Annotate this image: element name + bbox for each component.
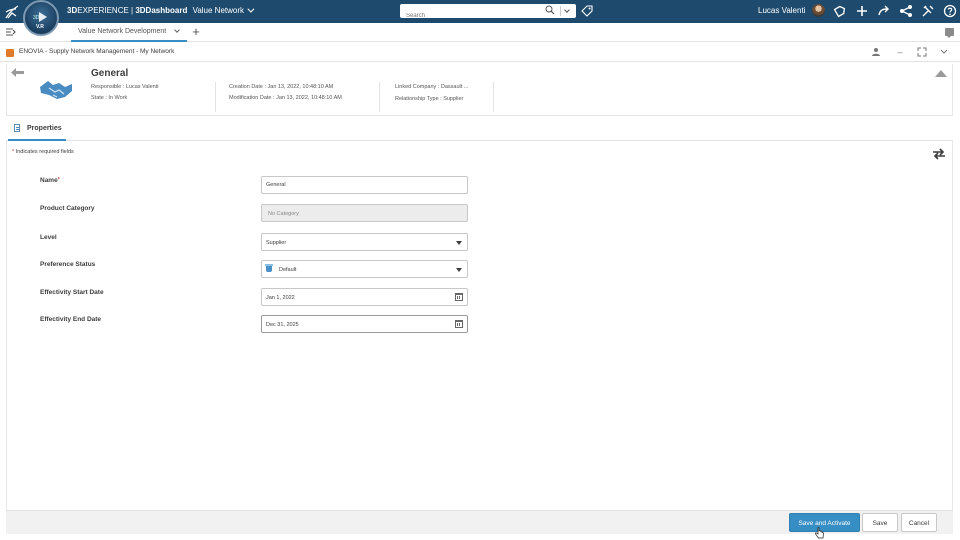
app-name: 3DDashboard [135,6,188,15]
modification-date: Modification Date : Jan 13, 2022, 10:48:… [229,95,342,101]
dashboard-tab-bar: Value Network Development + [0,23,960,42]
collapse-icon[interactable] [935,70,947,77]
forward-icon[interactable] [877,4,891,18]
effectivity-end-date-field[interactable]: Dec 31, 2025 [261,315,468,333]
widget-app-icon [6,49,14,57]
search-input[interactable] [400,9,540,23]
level-label: Level [40,234,57,241]
product-category-field: No Category [261,204,468,222]
brand-title[interactable]: 3DEXPERIENCE | 3DDashboard Value Network [67,5,255,15]
widget-header: ENOVIA - Supply Network Management - My … [0,43,960,62]
network-icon[interactable] [899,4,913,18]
product-category-label: Product Category [40,205,95,212]
tab-value-network-development[interactable]: Value Network Development [71,23,187,42]
widget-title: ENOVIA - Supply Network Management - My … [19,48,175,55]
name-field[interactable] [261,176,468,194]
properties-icon [14,124,20,132]
compass-version: V.R [36,24,44,30]
back-arrow-icon[interactable] [11,68,24,77]
calendar-icon[interactable] [455,320,463,328]
share-icon[interactable] [833,4,847,18]
divider [379,82,380,112]
creation-date: Creation Date : Jan 13, 2022, 10:48:10 A… [229,84,334,90]
object-header: General Responsible : Lucas Valenti Stat… [6,64,953,116]
add-icon[interactable] [855,4,869,18]
search-box [400,4,576,23]
search-dropdown-icon[interactable] [560,6,572,16]
bucket-icon [265,264,273,272]
preference-status-select[interactable]: Default [261,260,468,278]
preference-status-value: Default [279,267,297,273]
name-label: Name* [40,177,60,184]
tools-icon[interactable] [921,4,935,18]
form-footer: Save and Activate Save Cancel [6,510,953,534]
effectivity-start-date-field[interactable]: Jan 1, 2022 [261,288,468,306]
effectivity-end-date-label: Effectivity End Date [40,316,102,323]
chevron-down-icon[interactable] [938,47,950,57]
effectivity-start-date-value: Jan 1, 2022 [266,295,295,301]
object-title: General [91,68,129,79]
calendar-icon[interactable] [455,293,463,301]
divider [215,82,216,112]
dashboard-name: Value Network [192,6,245,15]
add-tab-icon[interactable]: + [190,25,202,39]
properties-tab-bar: Properties [6,118,953,141]
chevron-down-icon[interactable] [174,27,180,33]
user-name[interactable]: Lucas Valenti [758,6,805,15]
user-settings-icon[interactable] [871,47,883,57]
product-category-value: No Category [268,211,299,217]
tab-label: Properties [27,125,62,132]
divider [493,82,494,112]
dropdown-caret-icon [456,268,462,272]
handshake-icon [40,81,72,99]
required-note-text: Indicates required fields [15,149,74,155]
chevron-down-icon[interactable] [247,5,255,13]
cancel-button[interactable]: Cancel [901,513,937,532]
preference-status-label: Preference Status [40,261,96,268]
tab-label: Value Network Development [78,28,167,35]
responsible: Responsible : Lucas Valenti [91,84,159,90]
avatar[interactable] [812,4,825,17]
ds-logo-icon[interactable] [4,3,20,20]
required-note: * Indicates required fields [12,149,74,155]
properties-form: * Indicates required fields Name* Produc… [6,141,953,510]
state: State : In Work [91,95,128,101]
search-icon[interactable] [545,5,555,15]
minimize-icon[interactable]: – [894,47,906,57]
save-and-activate-button[interactable]: Save and Activate [789,513,860,532]
top-bar: 3D V.R 3DEXPERIENCE | 3DDashboard Value … [0,0,960,36]
brand-rest: EXPERIENCE | [77,6,136,15]
effectivity-start-date-label: Effectivity Start Date [40,289,104,296]
save-button[interactable]: Save [862,513,898,532]
chat-icon[interactable] [945,28,954,38]
maximize-icon[interactable] [916,47,928,57]
brand-bold: 3D [67,6,78,15]
help-icon[interactable] [943,4,957,18]
compass-icon[interactable]: 3D V.R [23,0,59,36]
relationship-type: Relationship Type : Supplier [395,96,464,102]
tab-properties[interactable]: Properties [8,118,66,141]
menu-icon[interactable] [6,27,16,37]
app-root: 3D V.R 3DEXPERIENCE | 3DDashboard Value … [0,0,960,540]
dropdown-caret-icon [456,241,462,245]
level-select[interactable]: Supplier [261,233,468,251]
linked-company[interactable]: Linked Company : Dassault ... [395,84,468,90]
level-value: Supplier [266,240,287,246]
tag-icon[interactable] [581,5,593,17]
hand-cursor-icon [815,527,824,539]
effectivity-end-date-value: Dec 31, 2025 [266,322,299,328]
switch-icon[interactable] [932,148,946,160]
